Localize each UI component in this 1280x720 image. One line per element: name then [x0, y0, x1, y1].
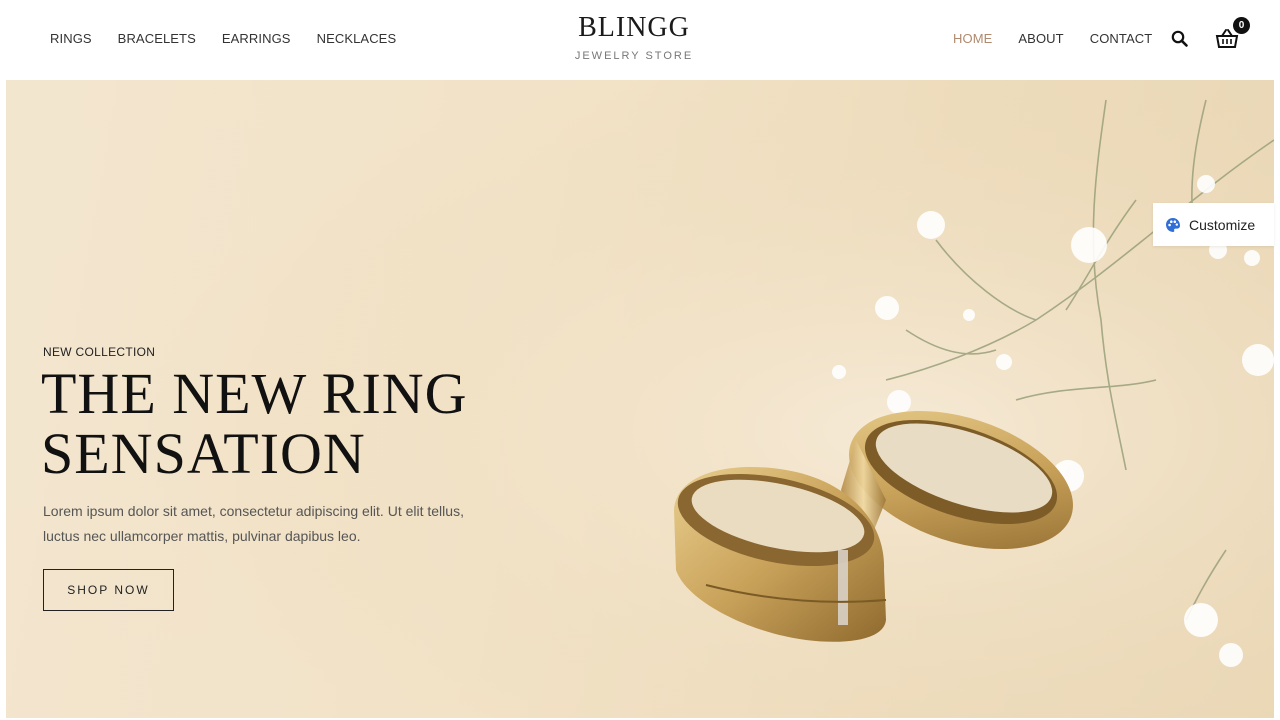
hero-description: Lorem ipsum dolor sit amet, consectetur …	[43, 503, 464, 544]
site-header: RINGS BRACELETS EARRINGS NECKLACES BLING…	[0, 0, 1280, 80]
customize-label: Customize	[1189, 216, 1256, 233]
main-nav: HOME ABOUT CONTACT	[953, 31, 1178, 46]
nav-item-contact[interactable]: CONTACT	[1090, 31, 1153, 46]
site-logo[interactable]: BLINGG JEWELRY STORE	[534, 12, 734, 62]
cart-count-badge: 0	[1233, 17, 1250, 34]
hero-eyebrow: NEW COLLECTION	[43, 345, 156, 359]
nav-item-rings[interactable]: RINGS	[50, 31, 92, 46]
palette-icon	[1166, 217, 1180, 232]
hero-headline: THE NEW RING SENSATION	[41, 361, 468, 486]
nav-item-about[interactable]: ABOUT	[1018, 31, 1063, 46]
nav-item-home[interactable]: HOME	[953, 31, 992, 46]
nav-item-earrings[interactable]: EARRINGS	[222, 31, 291, 46]
shop-now-button[interactable]: SHOP NOW	[43, 569, 174, 611]
logo-subtitle: JEWELRY STORE	[574, 50, 694, 62]
nav-item-bracelets[interactable]: BRACELETS	[118, 31, 196, 46]
nav-item-necklaces[interactable]: NECKLACES	[317, 31, 397, 46]
category-nav: RINGS BRACELETS EARRINGS NECKLACES	[50, 31, 422, 46]
logo-title: BLINGG	[578, 12, 690, 43]
customize-button[interactable]: Customize	[1153, 203, 1274, 246]
hero-banner: NEW COLLECTION THE NEW RING SENSATION Lo…	[6, 80, 1274, 718]
search-icon[interactable]	[1170, 29, 1190, 49]
